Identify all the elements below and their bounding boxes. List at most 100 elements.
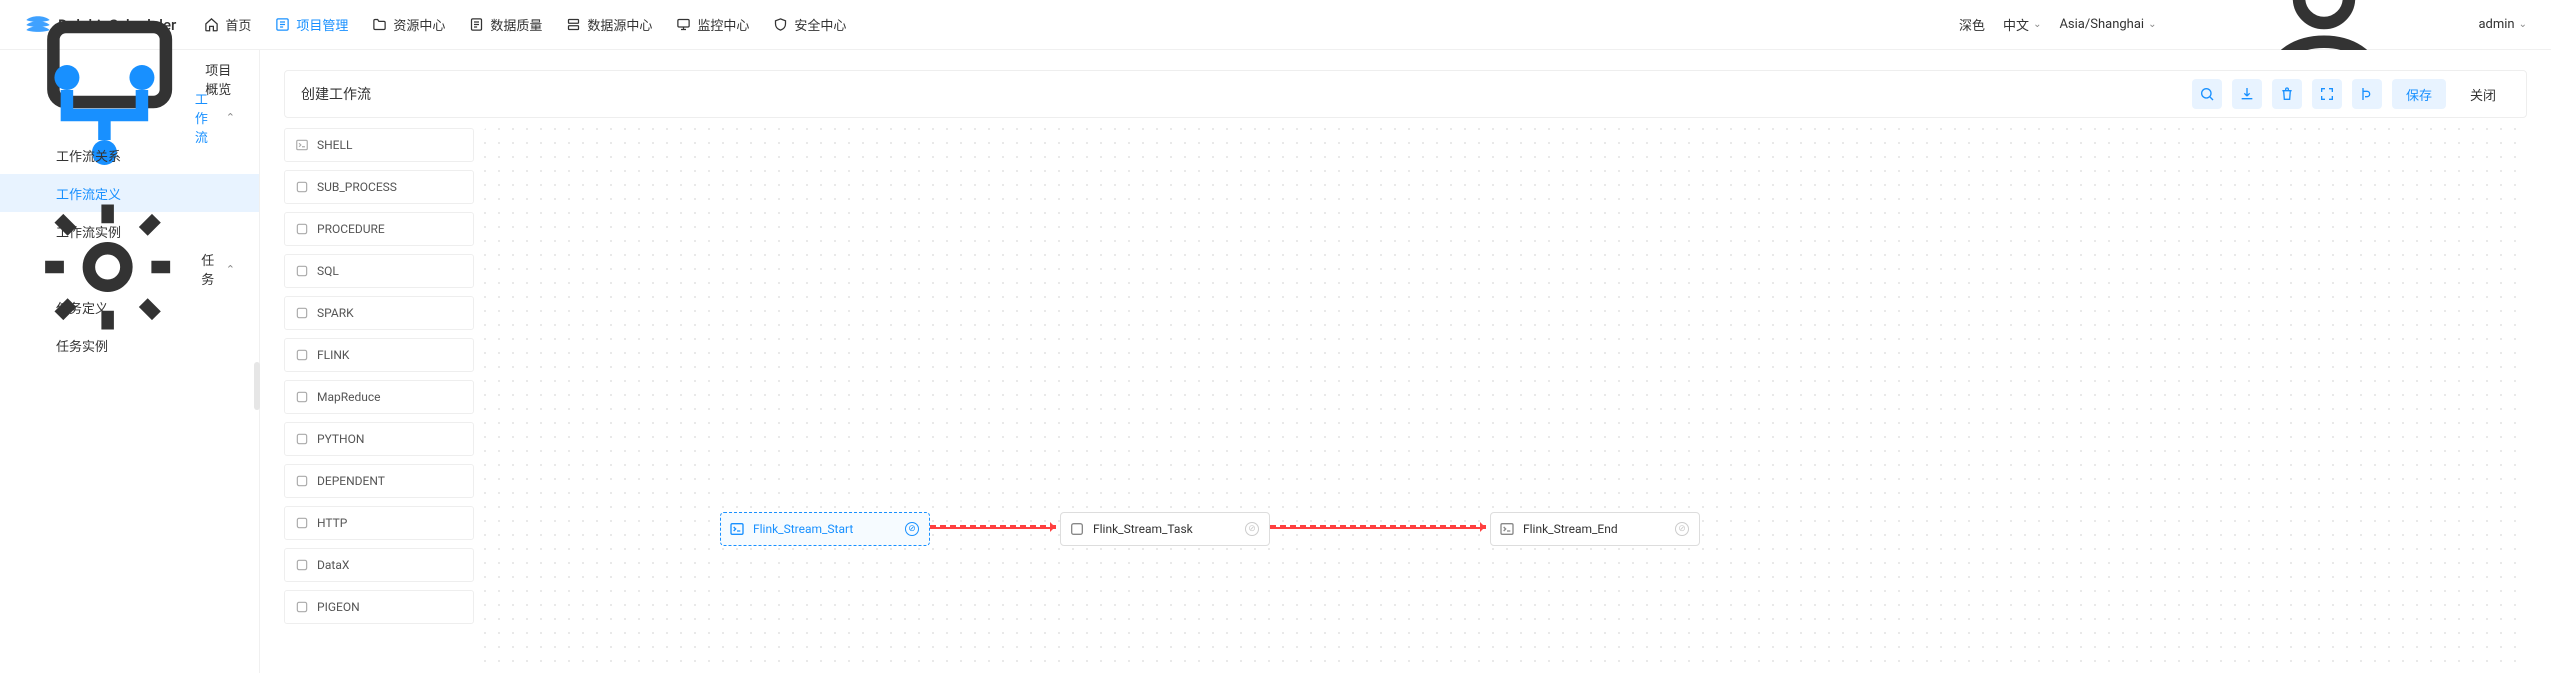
workflow-icon xyxy=(24,40,185,194)
nav-item-security[interactable]: 安全中心 xyxy=(773,0,846,50)
lang-select[interactable]: 中文 ⌄ xyxy=(2003,15,2041,34)
terminal-icon xyxy=(729,521,745,537)
folder-icon xyxy=(372,17,387,32)
user-label: admin xyxy=(2478,17,2514,32)
palette-label: HTTP xyxy=(317,516,347,530)
chevron-down-icon: ⌄ xyxy=(2519,19,2527,30)
search-button[interactable] xyxy=(2192,79,2222,109)
palette-label: SQL xyxy=(317,264,339,278)
nav-label: 数据源中心 xyxy=(587,15,652,34)
project-icon xyxy=(275,17,290,32)
monitor-icon xyxy=(676,17,691,32)
palette-item-sub_process[interactable]: SUB_PROCESS xyxy=(284,170,474,204)
dag-edge[interactable] xyxy=(1270,525,1486,529)
terminal-icon xyxy=(1499,521,1515,537)
python-icon xyxy=(295,432,309,446)
nav-item-datasource[interactable]: 数据源中心 xyxy=(566,0,652,50)
security-icon xyxy=(773,17,788,32)
palette-label: DataX xyxy=(317,558,349,572)
palette-item-procedure[interactable]: PROCEDURE xyxy=(284,212,474,246)
sidebar-item-label: 工作流关系 xyxy=(56,146,121,165)
palette-item-datax[interactable]: DataX xyxy=(284,548,474,582)
palette-item-dependent[interactable]: DEPENDENT xyxy=(284,464,474,498)
sidebar: 项目概览 工作流 ⌃ 工作流关系工作流定义工作流实例 任务 ⌃ 任务定义任务实例 xyxy=(0,50,260,673)
save-button[interactable]: 保存 xyxy=(2392,79,2446,109)
theme-label: 深色 xyxy=(1959,15,1985,34)
save-label: 保存 xyxy=(2406,85,2432,104)
nav-label: 项目管理 xyxy=(296,15,348,34)
format-button[interactable] xyxy=(2352,79,2382,109)
tz-label: Asia/Shanghai xyxy=(2059,17,2144,32)
nav-label: 数据质量 xyxy=(490,15,542,34)
nav-item-monitor[interactable]: 监控中心 xyxy=(676,0,749,50)
db-icon xyxy=(295,264,309,278)
chevron-up-icon: ⌃ xyxy=(226,111,235,124)
palette-label: MapReduce xyxy=(317,390,381,404)
fullscreen-button[interactable] xyxy=(2312,79,2342,109)
tree-icon xyxy=(295,180,309,194)
palette-label: DEPENDENT xyxy=(317,474,385,488)
chevron-down-icon: ⌄ xyxy=(2148,19,2156,30)
dag-node[interactable]: Flink_Stream_End⊘ xyxy=(1490,512,1700,546)
dag-edge[interactable] xyxy=(930,525,1056,529)
gear-icon xyxy=(24,192,191,346)
sidebar-item-label: 任务实例 xyxy=(56,336,108,355)
sidebar-group-task[interactable]: 任务 ⌃ xyxy=(0,250,259,288)
palette-item-pigeon[interactable]: PIGEON xyxy=(284,590,474,624)
dep-icon xyxy=(295,474,309,488)
nav-item-folder[interactable]: 资源中心 xyxy=(372,0,445,50)
palette-label: SHELL xyxy=(317,138,352,152)
spark-icon xyxy=(295,306,309,320)
download-button[interactable] xyxy=(2232,79,2262,109)
pigeon-icon xyxy=(295,600,309,614)
mr-icon xyxy=(295,390,309,404)
palette-item-mapreduce[interactable]: MapReduce xyxy=(284,380,474,414)
home-icon xyxy=(204,17,219,32)
close-button[interactable]: 关闭 xyxy=(2456,79,2510,109)
task-palette: SHELL SUB_PROCESS PROCEDURE SQL SPARK FLINK Ma… xyxy=(284,128,474,673)
tz-select[interactable]: Asia/Shanghai ⌄ xyxy=(2059,17,2156,32)
flink-icon xyxy=(295,348,309,362)
sidebar-item-label: 工作流 xyxy=(195,89,216,146)
node-label: Flink_Stream_End xyxy=(1523,522,1667,536)
terminal-icon xyxy=(295,138,309,152)
proc-icon xyxy=(295,222,309,236)
palette-label: SUB_PROCESS xyxy=(317,180,397,194)
chevron-up-icon: ⌃ xyxy=(226,263,235,276)
node-label: Flink_Stream_Task xyxy=(1093,522,1237,536)
palette-label: SPARK xyxy=(317,306,354,320)
lang-label: 中文 xyxy=(2003,15,2029,34)
main-area: 创建工作流 保存 关闭 SHELL SUB_PROCESS PROCEDURE SQL… xyxy=(260,50,2551,673)
editor-toolbar: 创建工作流 保存 关闭 xyxy=(284,70,2527,118)
palette-label: FLINK xyxy=(317,348,349,362)
node-label: Flink_Stream_Start xyxy=(753,522,897,536)
palette-label: PYTHON xyxy=(317,432,364,446)
sidebar-item-label: 任务定义 xyxy=(56,298,108,317)
datasource-icon xyxy=(566,17,581,32)
sidebar-group-workflow[interactable]: 工作流 ⌃ xyxy=(0,98,259,136)
palette-item-sql[interactable]: SQL xyxy=(284,254,474,288)
dag-canvas[interactable]: Flink_Stream_Start⊘Flink_Stream_Task⊘Fli… xyxy=(484,128,2527,673)
delete-button[interactable] xyxy=(2272,79,2302,109)
nav-item-quality[interactable]: 数据质量 xyxy=(469,0,542,50)
chevron-down-icon: ⌄ xyxy=(2033,19,2041,30)
nav-label: 首页 xyxy=(225,15,251,34)
top-nav: 首页 项目管理 资源中心 数据质量 数据源中心 监控中心 安全中心 xyxy=(204,0,1959,50)
palette-item-spark[interactable]: SPARK xyxy=(284,296,474,330)
flink-icon xyxy=(1069,521,1085,537)
theme-toggle[interactable]: 深色 xyxy=(1959,15,1985,34)
palette-item-flink[interactable]: FLINK xyxy=(284,338,474,372)
sidebar-resize-handle[interactable] xyxy=(254,362,260,410)
dag-node[interactable]: Flink_Stream_Start ⊘ xyxy=(720,512,930,546)
palette-item-shell[interactable]: SHELL xyxy=(284,128,474,162)
page-title: 创建工作流 xyxy=(301,84,371,104)
nav-label: 资源中心 xyxy=(393,15,445,34)
node-status-icon: ⊘ xyxy=(905,522,919,536)
dag-node[interactable]: Flink_Stream_Task⊘ xyxy=(1060,512,1270,546)
http-icon xyxy=(295,516,309,530)
palette-item-python[interactable]: PYTHON xyxy=(284,422,474,456)
nav-item-project[interactable]: 项目管理 xyxy=(275,0,348,50)
nav-label: 监控中心 xyxy=(697,15,749,34)
palette-item-http[interactable]: HTTP xyxy=(284,506,474,540)
datax-icon xyxy=(295,558,309,572)
